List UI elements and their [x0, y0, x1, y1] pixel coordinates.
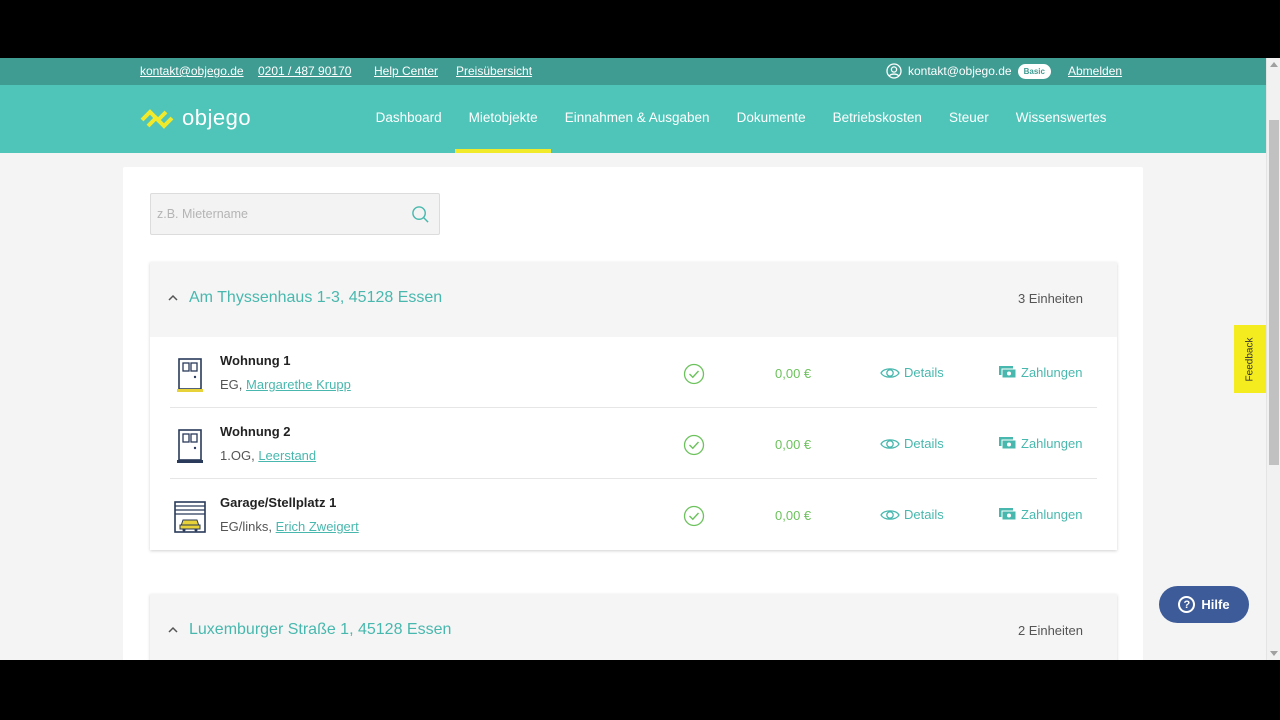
page-scrollbar[interactable]: [1266, 58, 1280, 660]
unit-amount: 0,00 €: [775, 366, 812, 381]
property-address[interactable]: Am Thyssenhaus 1-3, 45128 Essen: [189, 289, 442, 307]
feedback-tab[interactable]: Feedback: [1234, 325, 1266, 393]
unit-row: Garage/Stellplatz 1 EG/links, Erich Zwei…: [170, 479, 1097, 550]
unit-location: 1.OG, Leerstand: [220, 448, 316, 463]
logo-zigzag-icon: [140, 109, 174, 129]
feedback-label: Feedback: [1244, 337, 1256, 381]
browser-viewport: kontakt@objego.de 0201 / 487 90170 Help …: [0, 58, 1280, 660]
eye-icon: [880, 509, 900, 520]
details-label: Details: [904, 436, 944, 451]
payments-label: Zahlungen: [1021, 365, 1083, 380]
scroll-up-icon[interactable]: [1270, 62, 1278, 67]
details-label: Details: [904, 365, 944, 380]
property-card: Luxemburger Straße 1, 45128 Essen 2 Einh…: [150, 594, 1117, 660]
details-button[interactable]: Details: [880, 436, 944, 451]
logo-text: objego: [182, 105, 252, 130]
unit-row: Wohnung 1 EG, Margarethe Krupp 0,00 € De…: [170, 337, 1097, 408]
unit-name: Garage/Stellplatz 1: [220, 495, 337, 510]
unit-floor: 1.OG,: [220, 448, 255, 463]
unit-location: EG, Margarethe Krupp: [220, 377, 351, 392]
money-icon: [999, 437, 1017, 450]
property-header[interactable]: Am Thyssenhaus 1-3, 45128 Essen 3 Einhei…: [150, 262, 1117, 337]
nav-dashboard[interactable]: Dashboard: [362, 85, 455, 153]
question-icon: ?: [1178, 596, 1196, 613]
payments-label: Zahlungen: [1021, 436, 1083, 451]
garage-icon: [174, 501, 206, 533]
top-bar: kontakt@objego.de 0201 / 487 90170 Help …: [0, 58, 1266, 85]
unit-name: Wohnung 2: [220, 424, 291, 439]
check-circle-icon: [683, 363, 705, 385]
phone-link[interactable]: 0201 / 487 90170: [258, 64, 351, 78]
eye-icon: [880, 367, 900, 378]
check-circle-icon: [683, 505, 705, 527]
scrollbar-thumb[interactable]: [1269, 120, 1279, 465]
payments-button[interactable]: Zahlungen: [998, 436, 1082, 451]
main-navbar: objego Dashboard Mietobjekte Einnahmen &…: [0, 85, 1266, 153]
tenant-link[interactable]: Margarethe Krupp: [246, 377, 351, 392]
scroll-down-icon[interactable]: [1270, 651, 1278, 656]
door-icon: [177, 429, 203, 463]
unit-count: 3 Einheiten: [1017, 291, 1083, 306]
unit-row: Wohnung 2 1.OG, Leerstand 0,00 € Details: [170, 408, 1097, 479]
property-card: Am Thyssenhaus 1-3, 45128 Essen 3 Einhei…: [150, 262, 1117, 550]
unit-amount: 0,00 €: [775, 508, 812, 523]
details-button[interactable]: Details: [880, 365, 944, 380]
money-icon: [999, 366, 1017, 379]
nav-dokumente[interactable]: Dokumente: [723, 85, 819, 153]
tenant-link[interactable]: Erich Zweigert: [276, 519, 359, 534]
tenant-search: [150, 193, 440, 235]
help-button[interactable]: ? Hilfe: [1159, 586, 1249, 623]
search-icon[interactable]: [411, 205, 430, 224]
check-circle-icon: [683, 434, 705, 456]
rental-objects-card: Am Thyssenhaus 1-3, 45128 Essen 3 Einhei…: [123, 167, 1143, 660]
payments-button[interactable]: Zahlungen: [998, 507, 1082, 522]
nav-steuer[interactable]: Steuer: [935, 85, 1002, 153]
plan-badge: Basic: [1017, 63, 1051, 79]
nav-wissenswertes[interactable]: Wissenswertes: [1002, 85, 1120, 153]
property-header[interactable]: Luxemburger Straße 1, 45128 Essen 2 Einh…: [150, 594, 1117, 660]
door-icon: [177, 358, 203, 392]
chevron-up-icon[interactable]: [167, 293, 179, 303]
money-icon: [999, 508, 1017, 521]
nav-menu: Dashboard Mietobjekte Einnahmen & Ausgab…: [362, 85, 1120, 153]
tenant-link[interactable]: Leerstand: [258, 448, 316, 463]
contact-email-link[interactable]: kontakt@objego.de: [140, 64, 244, 78]
nav-einnahmen-ausgaben[interactable]: Einnahmen & Ausgaben: [551, 85, 723, 153]
help-center-link[interactable]: Help Center: [374, 64, 438, 78]
details-label: Details: [904, 507, 944, 522]
unit-count: 2 Einheiten: [1017, 623, 1083, 638]
objego-logo[interactable]: objego: [140, 105, 251, 131]
nav-mietobjekte[interactable]: Mietobjekte: [455, 85, 552, 153]
property-address[interactable]: Luxemburger Straße 1, 45128 Essen: [189, 621, 451, 639]
unit-floor: EG,: [220, 377, 243, 392]
payments-label: Zahlungen: [1021, 507, 1083, 522]
unit-name: Wohnung 1: [220, 353, 291, 368]
payments-button[interactable]: Zahlungen: [998, 365, 1082, 380]
details-button[interactable]: Details: [880, 507, 944, 522]
nav-betriebskosten[interactable]: Betriebskosten: [819, 85, 935, 153]
user-menu[interactable]: kontakt@objego.de Basic: [886, 63, 1051, 79]
help-label: Hilfe: [1201, 597, 1230, 612]
logout-link[interactable]: Abmelden: [1068, 64, 1122, 78]
user-icon: [886, 63, 902, 79]
eye-icon: [880, 438, 900, 449]
unit-location: EG/links, Erich Zweigert: [220, 519, 359, 534]
pricing-link[interactable]: Preisübersicht: [456, 64, 532, 78]
search-input[interactable]: [151, 194, 391, 234]
unit-amount: 0,00 €: [775, 437, 812, 452]
unit-floor: EG/links,: [220, 519, 273, 534]
chevron-up-icon[interactable]: [167, 625, 179, 635]
user-email: kontakt@objego.de: [908, 64, 1012, 78]
